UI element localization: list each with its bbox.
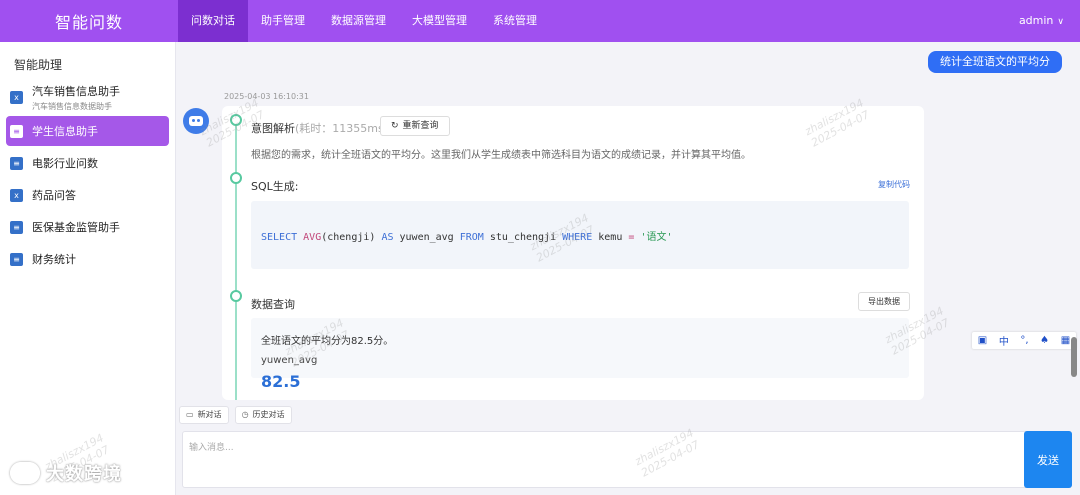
sql-token: AVG [303,231,322,243]
watermark-logo: 大数跨境 [10,460,122,486]
sql-token: WHERE [562,231,593,243]
timeline-dot [230,290,242,302]
ime-toolbar[interactable]: ▣ 中 °, ♠ ▦ [972,332,1076,349]
sql-token: stu_chengji [489,231,557,243]
sidebar-item-sub: 汽车销售信息数据助手 [32,101,112,111]
chat-actions: ▭ 新对话 ◷ 历史对话 [179,406,292,424]
main-nav: 问数对话 助手管理 数据源管理 大模型管理 系统管理 [178,0,550,42]
chevron-down-icon: ∨ [1057,17,1064,27]
intent-title: 意图解析 [251,122,295,135]
sidebar-item-label: 药品问答 [32,189,76,202]
sidebar-item-drug-qa[interactable]: x 药品问答 [6,180,169,210]
sidebar-item-car-sales[interactable]: x 汽车销售信息助手 汽车销售信息数据助手 [6,80,169,114]
sidebar-item-movie[interactable]: ≡ 电影行业问数 [6,148,169,178]
sql-code-block: SELECT AVG(chengji) AS yuwen_avg FROM st… [251,201,909,269]
sidebar-item-medical-insurance[interactable]: ≡ 医保基金监管助手 [6,212,169,242]
intent-text: 根据您的需求，统计全班语文的平均分。这里我们从学生成绩表中筛选科目为语文的成绩记… [251,150,751,161]
sidebar-item-label: 学生信息助手 [32,125,98,138]
query-step-title: 数据查询 [251,298,295,311]
sidebar-item-label: 汽车销售信息助手 [32,84,120,98]
message-timestamp: 2025-04-03 16:10:31 [224,92,309,101]
nav-tab-assistant-mgmt[interactable]: 助手管理 [248,0,318,42]
sidebar-item-label: 医保基金监管助手 [32,221,120,234]
refresh-icon: ↻ [391,121,399,131]
requery-label: 重新查询 [402,121,439,131]
app-title: 智能问数 [54,13,123,32]
message-input[interactable] [183,432,1025,487]
sidebar-title: 智能助理 [14,58,63,72]
user-name: admin [1018,14,1054,27]
nav-tab-chat[interactable]: 问数对话 [178,0,248,42]
database-icon: ≡ [10,156,23,170]
intent-elapsed: (耗时：11355ms) [295,122,389,135]
timeline-dot [230,172,242,184]
nav-tab-llm-mgmt[interactable]: 大模型管理 [399,0,480,42]
user-message-bubble: 统计全班语文的平均分 [928,51,1062,73]
sql-token: AS [381,231,394,243]
top-bar: 智能问数 问数对话 助手管理 数据源管理 大模型管理 系统管理 admin ∨ [0,0,1080,42]
sql-token: (chengji) [321,231,376,243]
database-icon: ≡ [10,220,23,234]
chat-icon: ▭ [186,410,194,419]
sidebar-item-finance[interactable]: ≡ 财务统计 [6,244,169,274]
query-result: 全班语文的平均分为82.5分。 yuwen_avg 82.5 [251,318,909,391]
database-icon: ≡ [10,124,23,138]
history-button[interactable]: ◷ 历史对话 [234,406,292,424]
robot-icon [189,116,203,126]
requery-button[interactable]: ↻ 重新查询 [380,116,450,136]
nav-tab-system-mgmt[interactable]: 系统管理 [480,0,550,42]
new-chat-button[interactable]: ▭ 新对话 [179,406,229,424]
message-composer: 发送 [182,431,1072,488]
send-button[interactable]: 发送 [1024,431,1072,488]
sidebar-item-label: 电影行业问数 [32,157,98,170]
sidebar-item-student-info[interactable]: ≡ 学生信息助手 [6,116,169,146]
chat-area: 统计全班语文的平均分 2025-04-03 16:10:31 意图解析(耗时：1… [177,42,1080,495]
result-value: 82.5 [261,372,301,391]
bot-avatar [183,108,209,134]
user-menu[interactable]: admin ∨ [1019,0,1064,42]
sql-token: = [628,231,635,243]
sql-token: SELECT [261,231,298,243]
export-data-button[interactable]: 导出数据 [858,292,910,311]
ime-grid-icon[interactable]: ▦ [1061,335,1070,346]
clock-icon: ◷ [241,410,249,419]
scrollbar-thumb[interactable] [1071,337,1077,377]
ime-punct[interactable]: °, [1020,335,1028,346]
intent-step-title: 意图解析(耗时：11355ms) [251,120,388,136]
result-column-name: yuwen_avg [261,355,318,366]
ime-lang[interactable]: 中 [999,333,1009,348]
sql-token: FROM [459,231,484,243]
history-label: 历史对话 [252,410,285,419]
sidebar-item-label: 财务统计 [32,253,76,266]
sql-token: '语文' [640,231,673,243]
nav-tab-datasource-mgmt[interactable]: 数据源管理 [318,0,399,42]
logo-text: 大数跨境 [46,464,122,485]
timeline-dot [230,114,242,126]
excel-icon: x [10,188,23,202]
sidebar: 智能助理 x 汽车销售信息助手 汽车销售信息数据助手 ≡ 学生信息助手 ≡ 电影… [0,42,176,495]
new-chat-label: 新对话 [197,410,222,419]
ime-logo-icon[interactable]: ▣ [978,335,987,346]
answer-card: 意图解析(耗时：11355ms) ↻ 重新查询 根据您的需求，统计全班语文的平均分… [222,106,924,400]
copy-code-link[interactable]: 复制代码 [878,179,910,190]
sql-token: yuwen_avg [399,231,454,243]
ime-skin-icon[interactable]: ♠ [1040,335,1049,346]
timeline-line [235,118,237,400]
excel-icon: x [10,90,23,104]
logo-bubble-icon [10,462,40,484]
database-icon: ≡ [10,252,23,266]
sql-step-title: SQL生成: [251,180,299,193]
sql-token: kemu [598,231,623,243]
result-summary: 全班语文的平均分为82.5分。 [261,336,394,347]
